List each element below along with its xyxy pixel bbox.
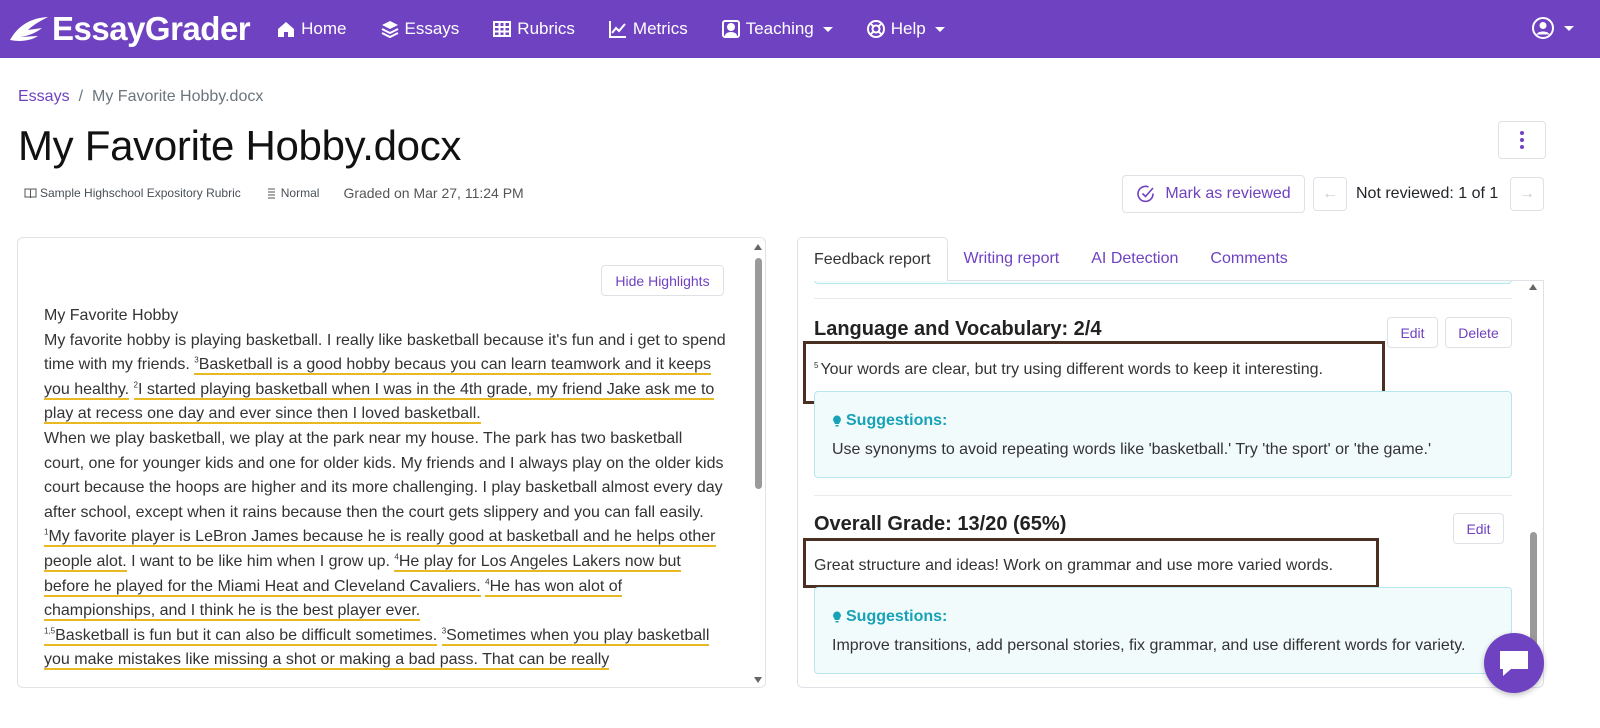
graded-date: Graded on Mar 27, 11:24 PM [343, 185, 524, 201]
overall-suggestions-box: Suggestions: Improve transitions, add pe… [814, 587, 1512, 674]
nav-rubrics[interactable]: Rubrics [492, 19, 575, 39]
prev-essay-button[interactable]: ← [1313, 177, 1347, 211]
highlight-text: I started playing basketball when I was … [44, 380, 715, 423]
highlighted-sentence[interactable]: 1,5Basketball is fun but it can also be … [44, 626, 438, 646]
tab-feedback-report[interactable]: Feedback report [797, 237, 948, 282]
person-board-icon [721, 20, 740, 38]
rubric-name: Sample Highschool Expository Rubric [40, 186, 241, 200]
language-suggestion-text: Use synonyms to avoid repeating words li… [832, 441, 1432, 458]
quill-logo-icon [10, 17, 48, 41]
essay-meta: Sample Highschool Expository Rubric Norm… [24, 185, 548, 201]
essay-panel: Hide Highlights My Favorite Hobby My fav… [17, 237, 766, 688]
top-navbar: EssayGrader Home Essays Rubrics Metrics … [0, 0, 1600, 58]
nav-essays-label: Essays [404, 19, 460, 38]
highlight-ref: 1,5 [44, 626, 56, 636]
chevron-down-icon [934, 26, 945, 32]
chat-widget-button[interactable] [1484, 633, 1544, 693]
feedback-panel: Language and Vocabulary: 2/4 Edit Delete… [797, 281, 1544, 688]
nav-rubrics-label: Rubrics [517, 19, 575, 38]
lightbulb-icon [833, 415, 841, 426]
tab-ai-detection[interactable]: AI Detection [1075, 237, 1194, 281]
line-chart-icon [608, 21, 626, 38]
user-menu[interactable] [1531, 16, 1574, 40]
list-icon [267, 188, 275, 199]
nav-teaching-label: Teaching [745, 19, 814, 38]
chat-icon [1500, 651, 1528, 676]
brand-name: EssayGrader [52, 10, 251, 47]
nav-help-label: Help [890, 19, 926, 38]
nav-home[interactable]: Home [276, 19, 347, 39]
rubric-meta[interactable]: Sample Highschool Expository Rubric [24, 186, 241, 200]
mark-reviewed-label: Mark as reviewed [1165, 185, 1291, 202]
check-circle-icon [1137, 185, 1155, 203]
delete-language-button[interactable]: Delete [1445, 317, 1512, 348]
nav-essays[interactable]: Essays [380, 19, 460, 39]
edit-overall-button[interactable]: Edit [1453, 513, 1504, 544]
suggestions-label-text: Suggestions: [846, 412, 948, 429]
essay-title: My Favorite Hobby [44, 307, 179, 324]
nav-metrics-label: Metrics [632, 19, 688, 38]
highlight-text: Basketball is fun but it can also be dif… [55, 626, 438, 644]
nav-metrics[interactable]: Metrics [608, 19, 688, 39]
scroll-up-arrow-icon[interactable] [1529, 284, 1537, 290]
home-icon [278, 22, 295, 37]
book-icon [24, 188, 37, 199]
suggestions-label: Suggestions: [832, 412, 947, 430]
tab-comments[interactable]: Comments [1194, 237, 1303, 281]
nav-teaching[interactable]: Teaching [721, 19, 833, 39]
user-circle-icon [1532, 17, 1554, 39]
breadcrumb: Essays / My Favorite Hobby.docx [18, 88, 263, 106]
grading-mode: Normal [280, 186, 320, 200]
suggestions-label-text: Suggestions: [846, 608, 948, 625]
essay-paragraph: My favorite hobby is playing basketball.… [44, 329, 726, 427]
mark-reviewed-button[interactable]: Mark as reviewed [1122, 175, 1305, 213]
suggestions-label: Suggestions: [832, 608, 947, 626]
edit-language-button[interactable]: Edit [1387, 317, 1438, 348]
language-vocabulary-title: Language and Vocabulary: 2/4 [814, 318, 1102, 340]
essay-scrollbar[interactable] [753, 242, 763, 685]
mode-meta[interactable]: Normal [265, 186, 320, 200]
scroll-up-arrow-icon[interactable] [754, 244, 762, 250]
layers-icon [381, 21, 398, 39]
tab-writing-report[interactable]: Writing report [948, 237, 1076, 281]
essay-paragraph: 1,5Basketball is fun but it can also be … [44, 624, 726, 673]
breadcrumb-current: My Favorite Hobby.docx [92, 88, 264, 105]
overall-grade-title: Overall Grade: 13/20 (65%) [814, 513, 1067, 535]
feedback-scrollbar[interactable] [1528, 282, 1538, 687]
section-divider [814, 298, 1512, 299]
lightbulb-icon [833, 611, 841, 622]
breadcrumb-essays-link[interactable]: Essays [18, 88, 70, 105]
section-divider [814, 495, 1512, 496]
table-icon [493, 21, 512, 37]
essay-scroll-thumb[interactable] [755, 258, 762, 489]
previous-suggestion-box [814, 281, 1512, 284]
arrow-right-icon: → [1519, 185, 1535, 202]
language-suggestions-box: Suggestions: Use synonyms to avoid repea… [814, 391, 1512, 478]
more-options-button[interactable] [1498, 121, 1546, 159]
essay-sentence: I want to be like him when I grow up. [126, 552, 395, 570]
highlighted-sentence[interactable]: 2I started playing basketball when I was… [44, 380, 715, 425]
kebab-menu-icon [1520, 131, 1524, 149]
arrow-left-icon: ← [1322, 185, 1338, 202]
nav-home-label: Home [301, 19, 347, 38]
annotation-box [803, 538, 1379, 588]
hide-highlights-button[interactable]: Hide Highlights [601, 265, 724, 296]
essay-text: My Favorite Hobby My favorite hobby is p… [44, 304, 726, 673]
review-status: Not reviewed: 1 of 1 [1356, 185, 1499, 202]
overall-suggestion-text: Improve transitions, add personal storie… [832, 637, 1466, 654]
scroll-down-arrow-icon[interactable] [754, 677, 762, 683]
lifebuoy-icon [866, 20, 885, 38]
breadcrumb-separator: / [78, 88, 84, 105]
report-tabs: Feedback report Writing report AI Detect… [797, 237, 1544, 282]
nav-help[interactable]: Help [866, 19, 945, 39]
essay-paragraph: 1My favorite player is LeBron James beca… [44, 525, 726, 623]
chevron-down-icon [822, 26, 833, 32]
chevron-down-icon [1564, 25, 1574, 31]
next-essay-button[interactable]: → [1510, 177, 1544, 211]
brand-logo[interactable]: EssayGrader [8, 10, 251, 48]
essay-paragraph: When we play basketball, we play at the … [44, 429, 724, 521]
page-title: My Favorite Hobby.docx [18, 122, 462, 169]
